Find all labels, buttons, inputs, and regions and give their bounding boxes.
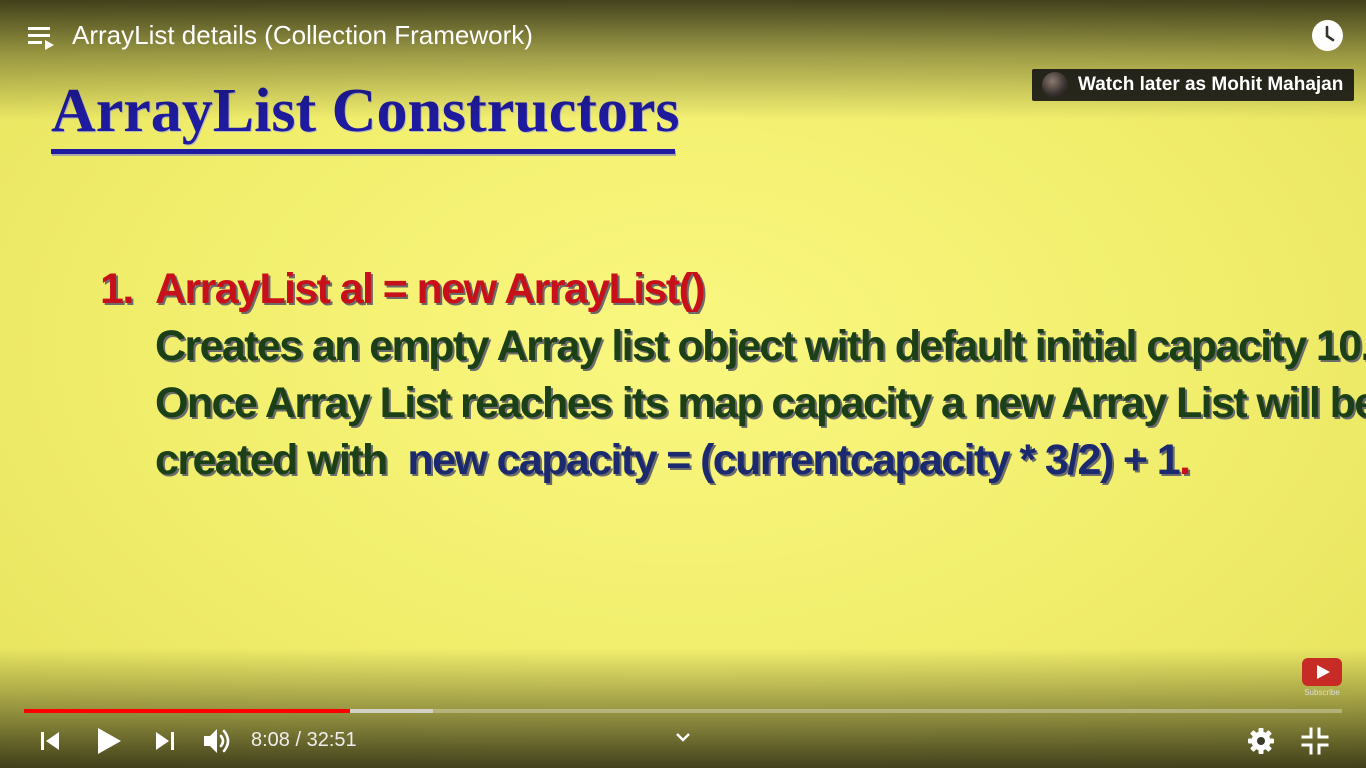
watch-later-label: Watch later as Mohit Mahajan (1078, 74, 1344, 95)
playlist-icon[interactable] (28, 25, 56, 51)
duration: 32:51 (306, 729, 357, 751)
description-line-1: Creates an empty Array list object with … (155, 322, 1366, 370)
time-separator: / (289, 729, 307, 751)
list-item-number: 1. (100, 265, 134, 313)
heading-underline (51, 149, 675, 154)
description-line-3-prefix: created with (155, 436, 408, 484)
description-line-2: Once Array List reaches its map capacity… (155, 379, 1366, 427)
code-line: ArrayList al = new ArrayList() (155, 265, 706, 313)
subscribe-button[interactable]: Subscribe (1301, 658, 1343, 698)
progress-bar[interactable] (24, 709, 1342, 713)
formula-period: . (1179, 436, 1191, 484)
description-line-3: created with new capacity = (currentcapa… (155, 436, 1191, 484)
current-time: 8:08 (251, 729, 290, 751)
video-title[interactable]: ArrayList details (Collection Framework) (72, 20, 533, 51)
avatar (1042, 72, 1068, 98)
progress-played (24, 709, 350, 713)
chevron-down-icon[interactable] (675, 730, 691, 744)
top-gradient (0, 0, 1366, 120)
subscribe-logo-icon (1302, 658, 1342, 686)
previous-icon[interactable] (38, 729, 62, 753)
clock-icon[interactable] (1311, 19, 1344, 52)
exit-fullscreen-icon[interactable] (1301, 727, 1329, 755)
time-display: 8:08 / 32:51 (251, 729, 357, 752)
gear-icon[interactable] (1247, 727, 1275, 755)
volume-icon[interactable] (202, 725, 234, 757)
watch-later-tooltip: Watch later as Mohit Mahajan (1032, 69, 1354, 101)
play-icon[interactable] (95, 726, 123, 756)
next-icon[interactable] (153, 729, 177, 753)
capacity-formula: new capacity = (currentcapacity * 3/2) +… (407, 436, 1180, 484)
video-player[interactable]: ArrayList Constructors 1. ArrayList al =… (0, 0, 1366, 768)
subscribe-label: Subscribe (1304, 688, 1340, 697)
